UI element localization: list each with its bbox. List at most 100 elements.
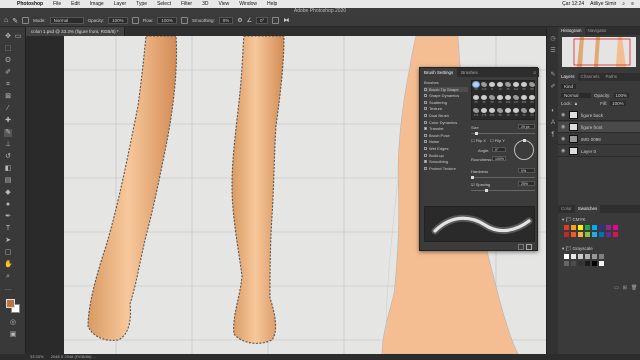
roundness-field[interactable]: 100% xyxy=(492,156,506,161)
layer-opacity-value[interactable]: 100% xyxy=(613,93,630,98)
brush-settings-icon[interactable]: ✎ xyxy=(549,71,557,79)
brush-option-checkbox[interactable] xyxy=(424,100,427,104)
character-icon[interactable]: A xyxy=(549,119,557,127)
menu-image[interactable]: Image xyxy=(85,1,109,7)
brush-tip-preset[interactable]: 50 xyxy=(528,82,536,91)
gray-swatch[interactable] xyxy=(564,254,569,259)
brush-option-8[interactable]: Brush Pose xyxy=(424,133,468,138)
menu-view[interactable]: View xyxy=(214,1,235,7)
brush-option-checkbox[interactable] xyxy=(424,114,427,117)
mode-select[interactable]: Normal xyxy=(49,17,84,24)
frame-tool-icon[interactable]: ⊠ xyxy=(4,93,12,101)
tab-paths[interactable]: Paths xyxy=(603,73,621,81)
color-swatch[interactable] xyxy=(599,232,604,237)
healing-brush-icon[interactable]: ✚ xyxy=(4,117,12,125)
color-swatch[interactable] xyxy=(578,225,583,230)
menu-select[interactable]: Select xyxy=(152,1,176,7)
brush-tip-preset[interactable]: 30 xyxy=(520,108,528,117)
size-field[interactable]: 29 px xyxy=(518,124,535,129)
hardness-field[interactable]: 0% xyxy=(518,168,535,173)
menu-list-icon[interactable]: ≡ xyxy=(631,1,634,7)
brush-option-3[interactable]: Scattering xyxy=(424,100,468,105)
brush-tip-preset[interactable]: 306 xyxy=(488,108,496,117)
brush-tip-preset[interactable]: 50 xyxy=(496,108,504,117)
menu-type[interactable]: Type xyxy=(131,1,152,7)
brush-option-10[interactable]: Wet Edges xyxy=(424,146,468,151)
brush-tip-preset[interactable]: 60 xyxy=(496,95,504,104)
pen-tool-icon[interactable]: ✒ xyxy=(4,213,12,221)
spacing-slider-knob[interactable] xyxy=(485,189,488,192)
angle-field[interactable]: 0° xyxy=(256,17,269,24)
airbrush-icon[interactable] xyxy=(180,17,188,24)
hardness-slider-knob[interactable] xyxy=(471,176,474,179)
color-swatch[interactable] xyxy=(592,232,597,237)
document-tab[interactable]: colon 1.psd @ 33.3% (figure front, RGB/8… xyxy=(26,27,125,36)
brush-tool-icon[interactable]: ✎ xyxy=(4,129,12,137)
hand-tool-icon[interactable]: ✋ xyxy=(4,261,13,269)
brush-option-checkbox[interactable] xyxy=(424,153,427,157)
brush-tip-preset[interactable]: 50 xyxy=(488,95,496,104)
paragraph-icon[interactable]: ¶ xyxy=(549,131,557,139)
brush-option-checkbox[interactable] xyxy=(424,140,427,144)
tab-color[interactable]: Color xyxy=(558,205,575,213)
brush-tip-preset[interactable]: 25 xyxy=(472,95,480,104)
brush-option-checkbox[interactable] xyxy=(424,147,427,150)
color-swatch[interactable] xyxy=(599,225,604,230)
blend-mode-select[interactable]: Normal xyxy=(561,93,591,98)
menu-help[interactable]: Help xyxy=(262,1,282,7)
lock-icon[interactable]: 🔒︎ xyxy=(575,101,577,106)
new-folder-icon[interactable]: ▭ xyxy=(614,285,619,291)
menu-file[interactable]: File xyxy=(48,1,66,7)
more-tools-icon[interactable]: … xyxy=(4,285,12,293)
create-new-brush-icon[interactable] xyxy=(526,244,532,250)
zoom-tool-icon[interactable]: ⌕ xyxy=(4,273,12,281)
gray-swatch[interactable] xyxy=(578,261,583,266)
size-slider-knob[interactable] xyxy=(475,132,478,135)
gray-swatch[interactable] xyxy=(564,261,569,266)
brush-tip-preset[interactable]: 24 xyxy=(528,108,536,117)
gray-swatch[interactable] xyxy=(571,254,576,259)
flip-y-checkbox[interactable]: ☐ Flip Y xyxy=(490,138,505,143)
brush-option-checkbox[interactable] xyxy=(424,160,427,164)
history-icon[interactable]: ◷ xyxy=(549,35,557,43)
crop-tool-icon[interactable]: ⌗ xyxy=(4,81,12,89)
brush-option-11[interactable]: Build-up xyxy=(424,153,468,158)
delete-swatch-icon[interactable]: 🗑︎ xyxy=(631,285,637,291)
brush-tip-preset[interactable]: 127 xyxy=(512,95,520,104)
tab-brushes[interactable]: Brushes xyxy=(457,68,482,77)
color-swatch[interactable] xyxy=(578,232,583,237)
color-swatch[interactable] xyxy=(606,232,611,237)
user-name[interactable]: Atiliye Simir xyxy=(590,1,616,7)
visibility-eye-icon[interactable]: ◉ xyxy=(561,148,566,154)
tab-channels[interactable]: Channels xyxy=(578,73,603,81)
kind-filter[interactable]: Kind xyxy=(561,84,577,89)
brush-tip-preset[interactable]: 18 xyxy=(512,108,520,117)
artboard-icon[interactable]: ▭ xyxy=(14,33,22,41)
brush-tip-grid[interactable]: 30 123 8 10 25 112 60 50 25 30 50 60 100 127 284 80 174 1… xyxy=(471,80,535,120)
brush-option-checkbox[interactable] xyxy=(424,107,427,111)
eraser-icon[interactable]: ◧ xyxy=(4,165,12,173)
eyedropper-icon[interactable]: ⁄ xyxy=(4,105,12,113)
brush-option-checkbox[interactable] xyxy=(424,120,427,124)
color-swatch[interactable] xyxy=(564,225,569,230)
brush-option-checkbox[interactable] xyxy=(424,94,427,98)
brush-tip-preset[interactable]: 100 xyxy=(504,95,512,104)
visibility-eye-icon[interactable]: ◉ xyxy=(561,136,566,142)
size-slider[interactable] xyxy=(471,132,535,135)
brush-option-13[interactable]: Protect Texture xyxy=(424,166,468,171)
brush-option-7[interactable]: Transfer xyxy=(424,126,468,131)
spacing-slider[interactable] xyxy=(471,189,535,192)
quick-mask-icon[interactable]: ◎ xyxy=(9,319,17,327)
swatch-group-grayscale[interactable]: ▾ 📁︎ Grayscale xyxy=(562,246,593,252)
smoothing-field[interactable]: 0% xyxy=(218,17,234,24)
gray-swatch[interactable] xyxy=(585,261,590,266)
gray-swatch[interactable] xyxy=(578,254,583,259)
path-select-icon[interactable]: ➤ xyxy=(4,237,12,245)
home-icon[interactable]: ⌂ xyxy=(4,17,8,24)
brush-tip-preset[interactable]: 175 xyxy=(480,108,488,117)
search-icon[interactable]: ⌕ xyxy=(622,1,625,7)
tab-brush-settings[interactable]: Brush Settings xyxy=(420,68,458,77)
flow-field[interactable]: 100% xyxy=(157,17,177,24)
brush-option-6[interactable]: Color Dynamics xyxy=(424,120,468,125)
menu-filter[interactable]: Filter xyxy=(176,1,197,7)
